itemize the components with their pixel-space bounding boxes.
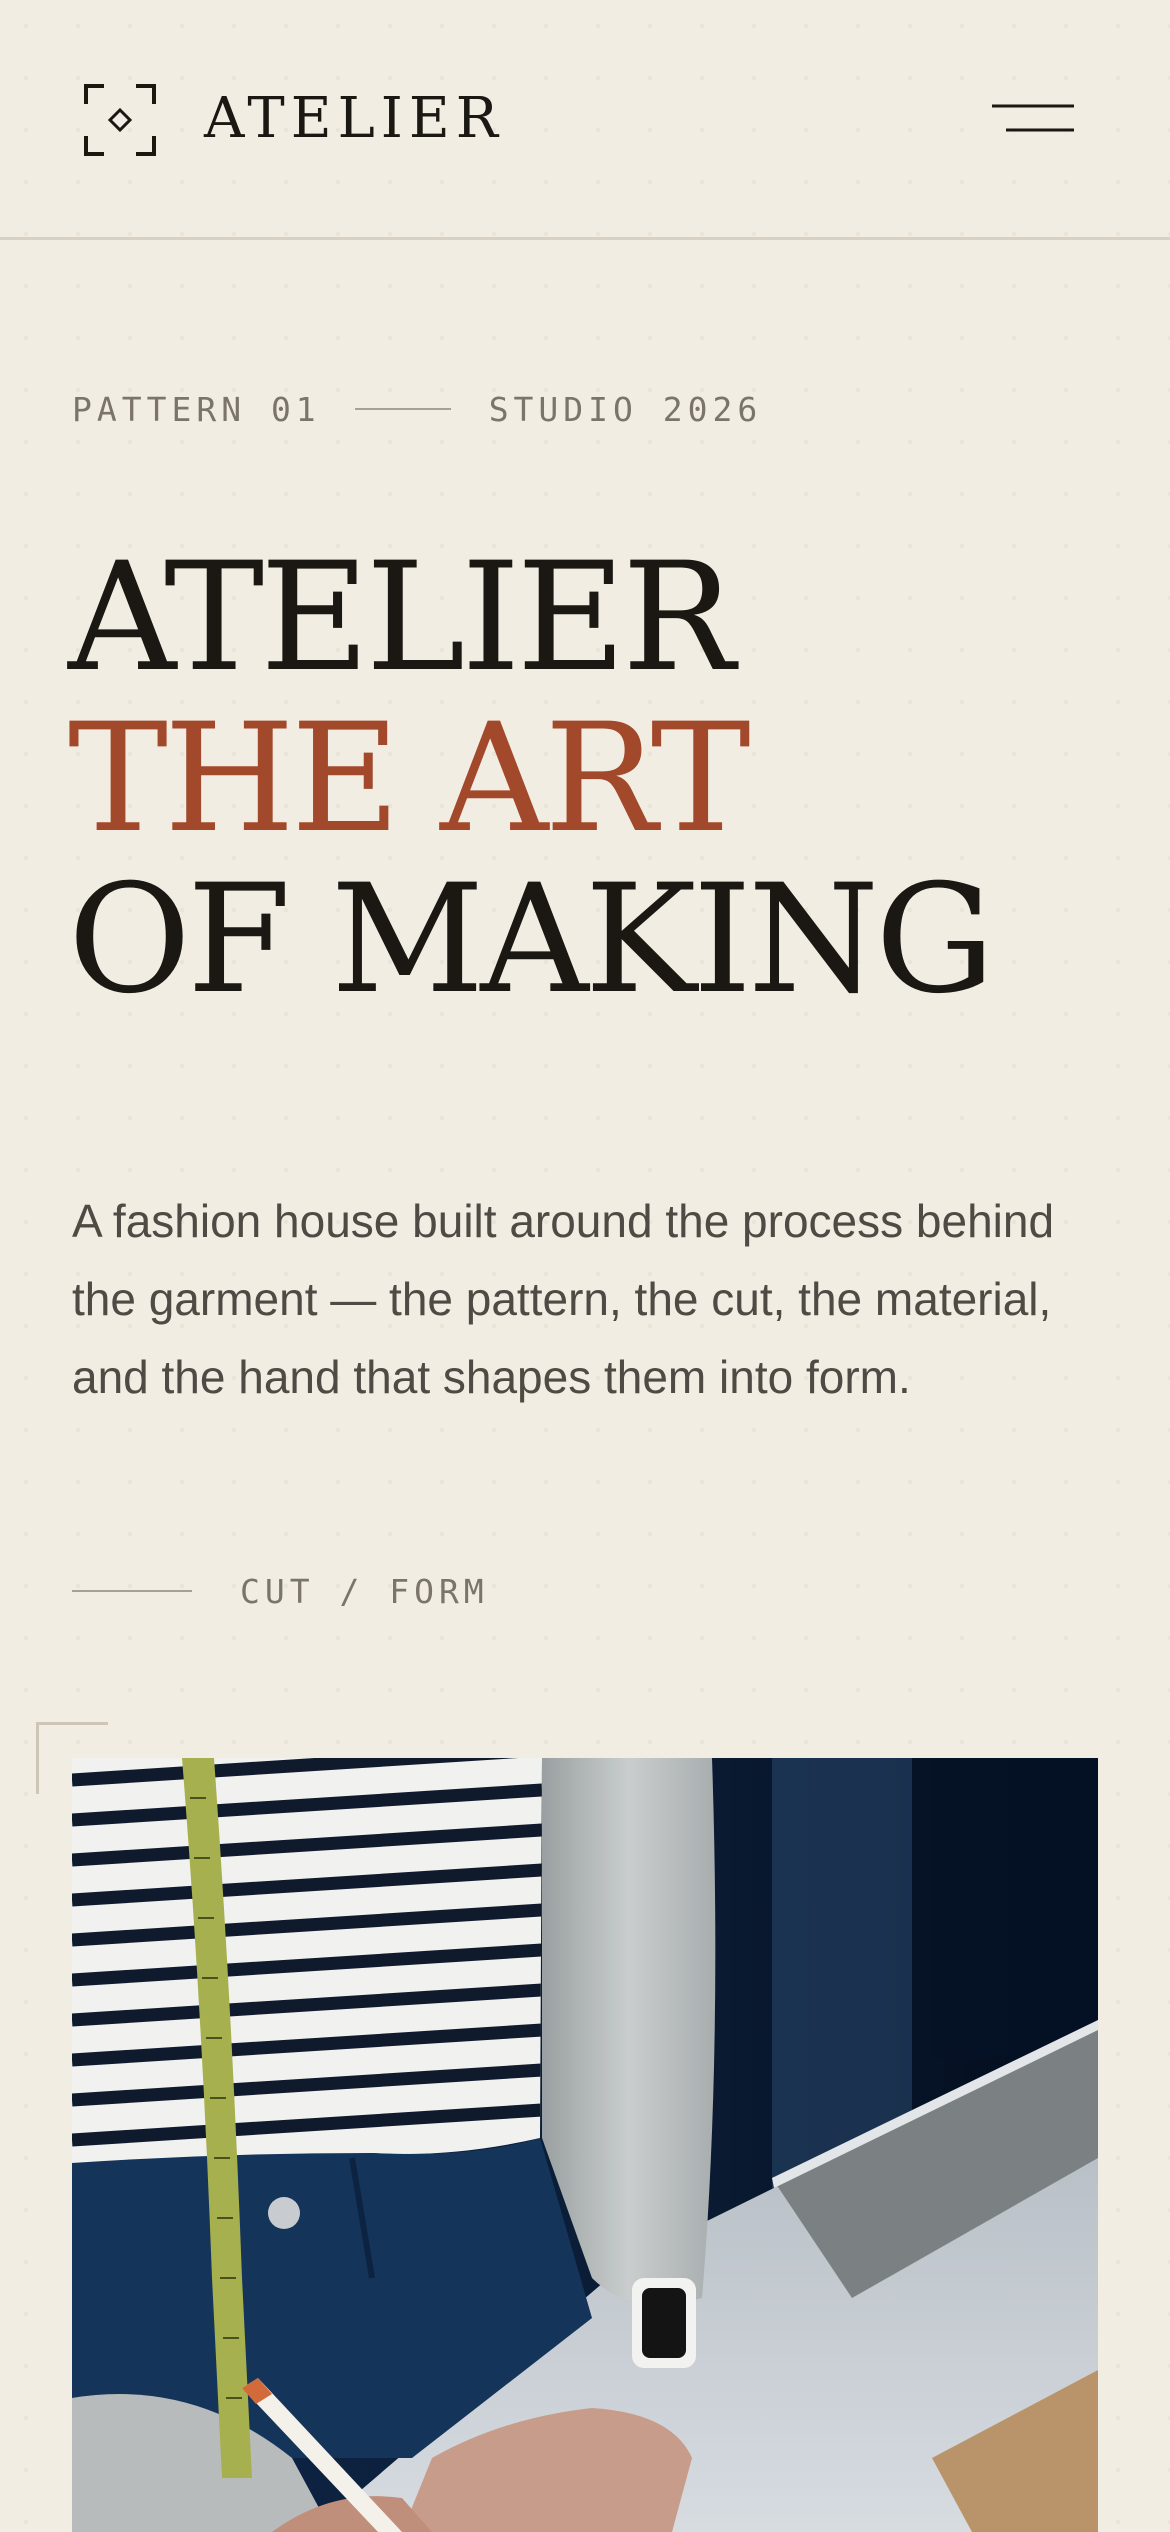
headline-line-2-accent: THE ART	[68, 692, 751, 866]
viewfinder-diamond-icon[interactable]	[84, 84, 156, 156]
tailor-measuring-tape-photo	[72, 1758, 1098, 2532]
studio-label: STUDIO 2026	[488, 389, 763, 429]
pattern-label: PATTERN 01	[72, 389, 321, 429]
hero-headline: ATELIER THE ART OF MAKING	[68, 531, 995, 1027]
headline-line-1: ATELIER	[68, 531, 735, 705]
headline-line-3: OF MAKING	[68, 853, 995, 1027]
section-tag: CUT / FORM	[72, 1566, 489, 1616]
eyebrow-meta: PATTERN 01 STUDIO 2026	[72, 384, 762, 434]
hero-image	[72, 1758, 1098, 2532]
site-header: ATELIER	[0, 0, 1170, 240]
eyebrow-divider	[354, 408, 451, 410]
tag-divider	[72, 1590, 192, 1592]
tag-label: CUT / FORM	[240, 1571, 489, 1611]
hero-description: A fashion house built around the process…	[72, 1195, 1055, 1403]
hamburger-menu-icon[interactable]	[984, 96, 1076, 144]
brand-wordmark[interactable]: ATELIER	[204, 86, 504, 152]
